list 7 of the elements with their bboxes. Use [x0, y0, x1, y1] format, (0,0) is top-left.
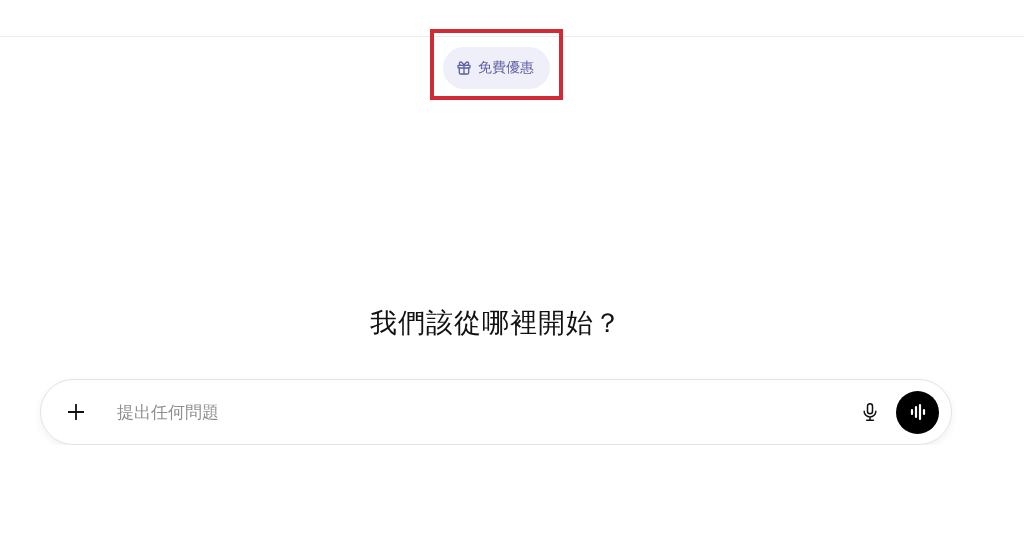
microphone-icon: [860, 401, 880, 423]
voice-mode-button[interactable]: [896, 390, 939, 434]
plus-icon: [67, 403, 85, 421]
welcome-heading: 我們該從哪裡開始？: [370, 306, 622, 340]
offer-button[interactable]: 免費優惠: [442, 47, 550, 89]
sound-wave-icon: [908, 403, 927, 421]
gift-icon: [455, 60, 472, 76]
